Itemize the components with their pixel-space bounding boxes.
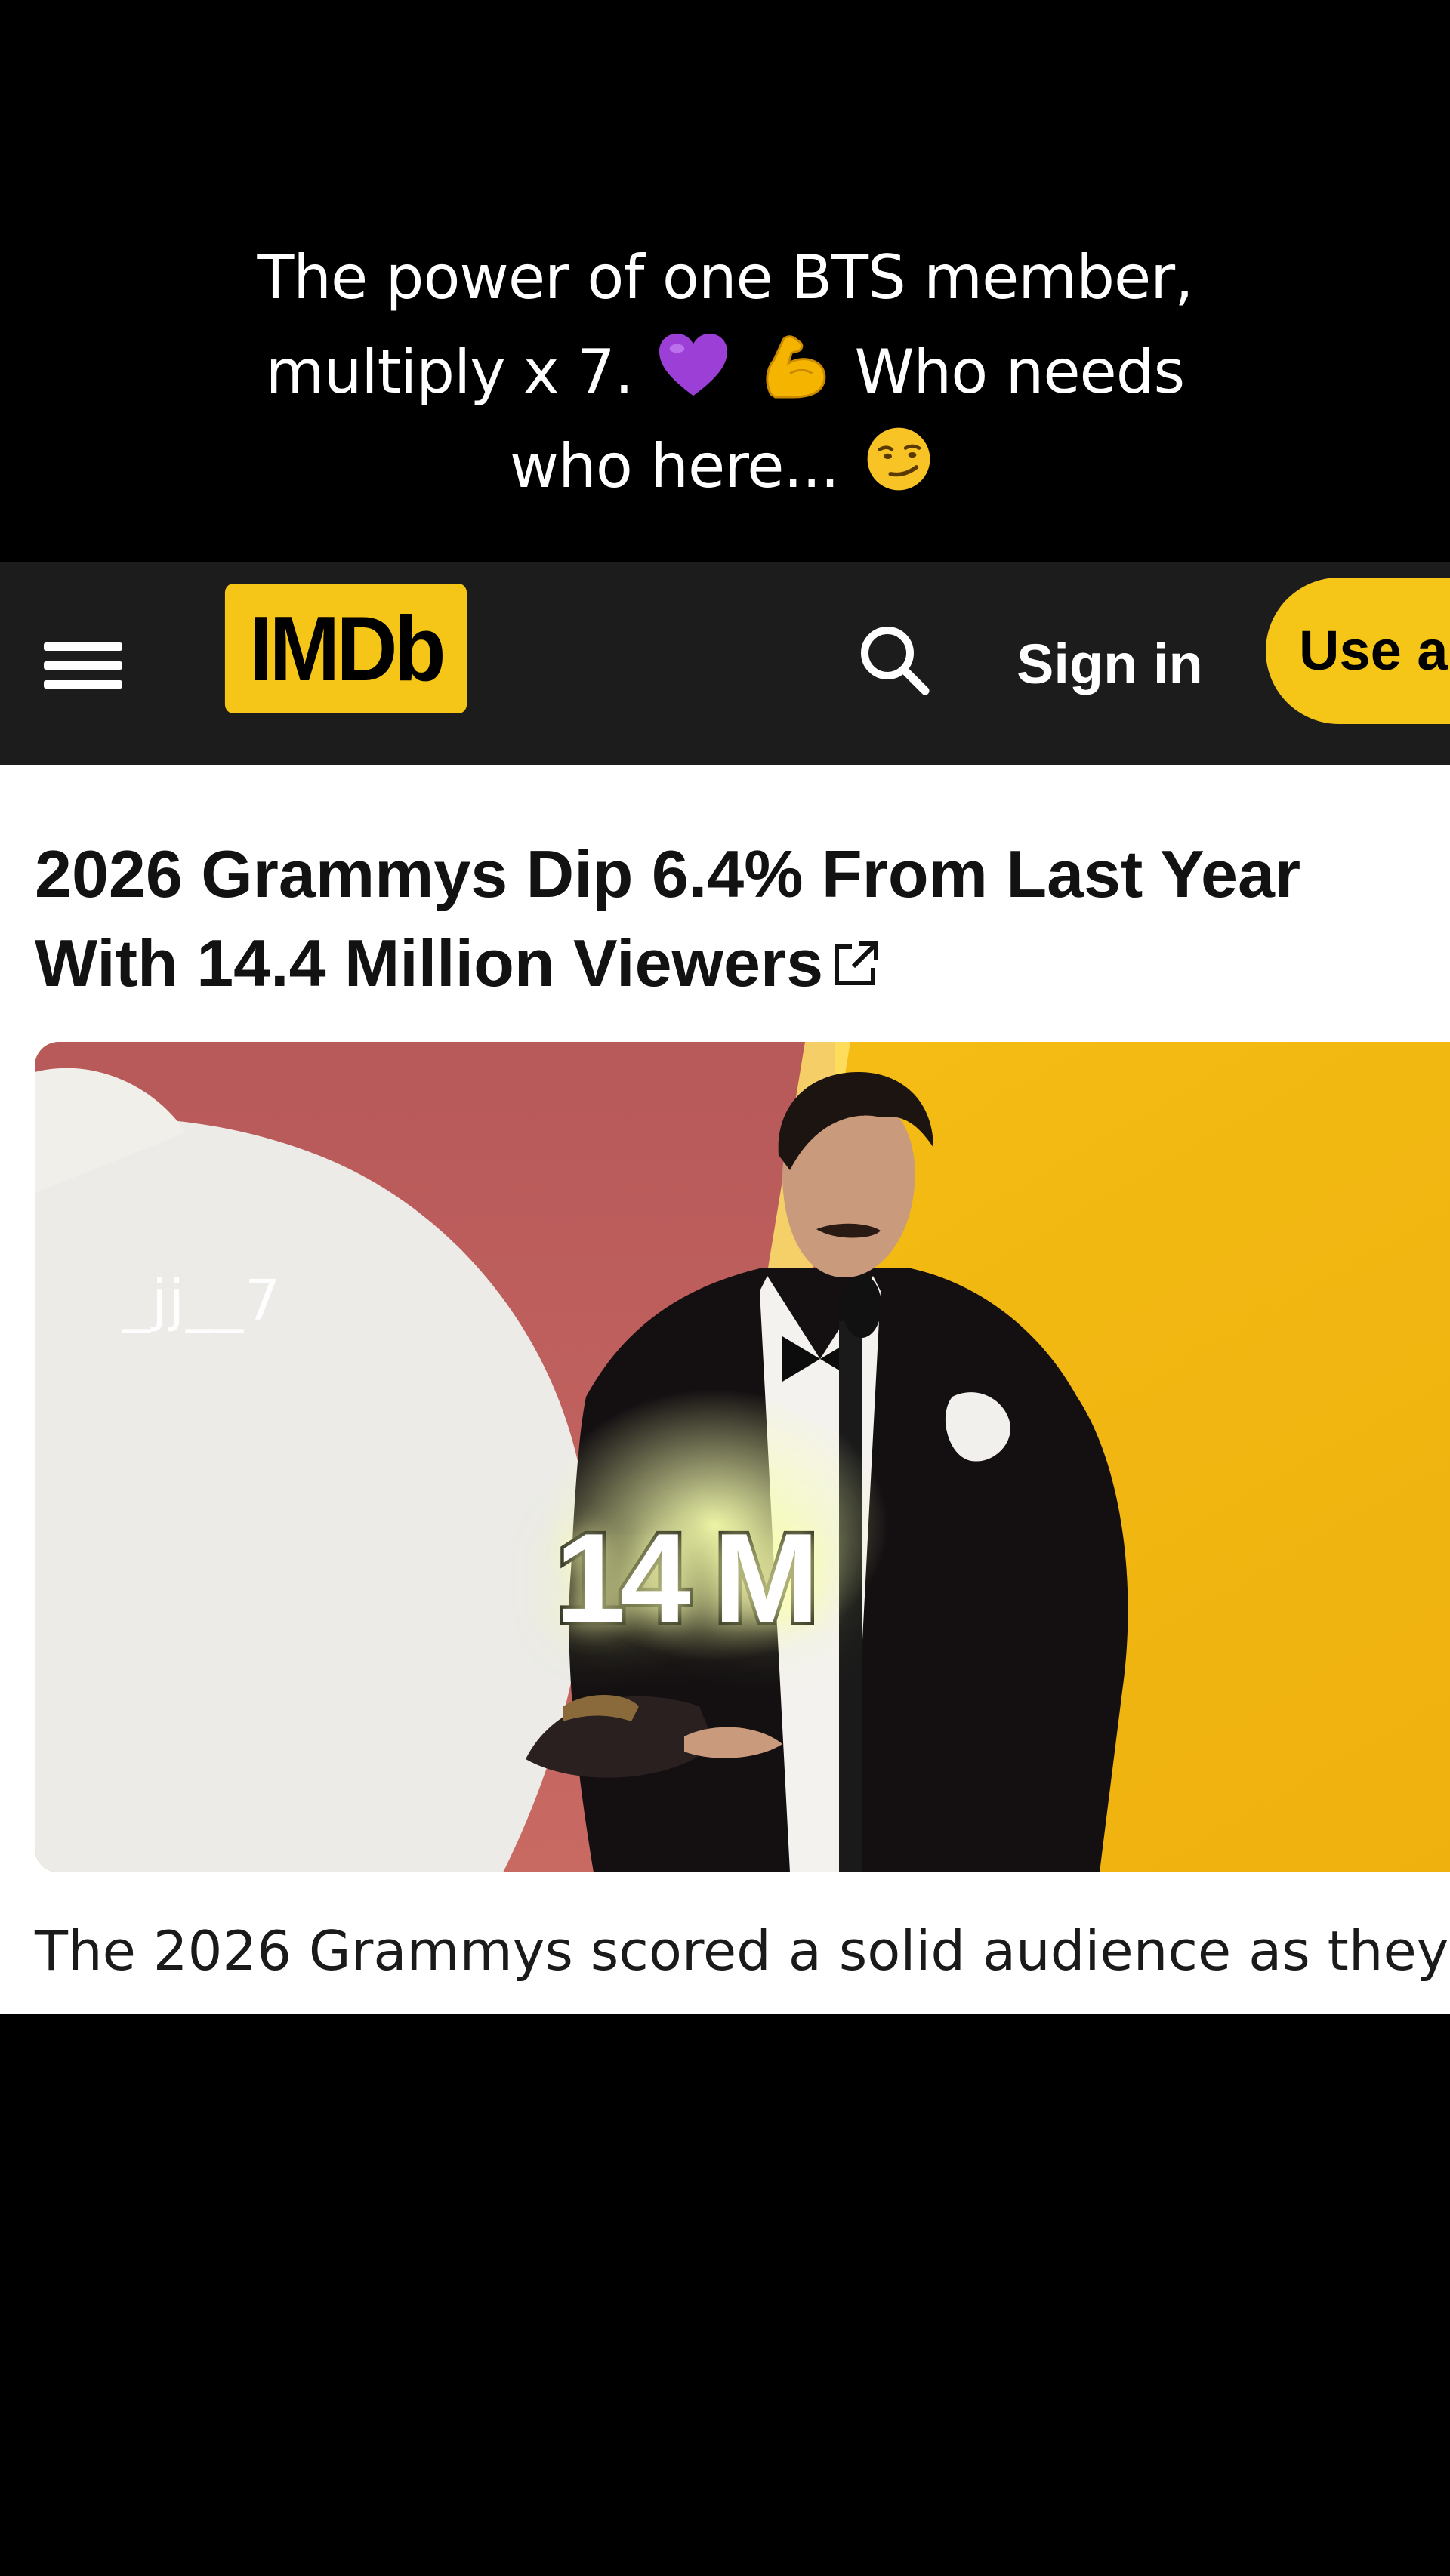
headline-text: 2026 Grammys Dip 6.4% From Last Year Wit… bbox=[35, 837, 1301, 1000]
menu-bar bbox=[44, 661, 122, 670]
sign-in-link[interactable]: Sign in bbox=[1017, 619, 1203, 710]
article-card: 2026 Grammys Dip 6.4% From Last Year Wit… bbox=[0, 765, 1450, 2014]
article-teaser: The 2026 Grammys scored a solid audience… bbox=[35, 1919, 1449, 1983]
purple-heart-icon bbox=[659, 333, 727, 396]
menu-bar bbox=[44, 642, 122, 651]
video-caption: The power of one BTS member, multiply x … bbox=[196, 230, 1254, 513]
caption-band: The power of one BTS member, multiply x … bbox=[0, 0, 1450, 562]
article-headline[interactable]: 2026 Grammys Dip 6.4% From Last Year Wit… bbox=[35, 830, 1439, 1008]
article-hero-image[interactable]: _jj__7 14 M bbox=[35, 1042, 1450, 1872]
imdb-logo[interactable]: IMDb bbox=[224, 584, 467, 713]
imdb-header: IMDb Sign in Use app bbox=[0, 562, 1450, 765]
caption-line-3: who here... bbox=[196, 419, 1254, 513]
hero-photo bbox=[35, 1042, 1450, 1872]
use-app-button[interactable]: Use app bbox=[1266, 578, 1450, 724]
search-icon[interactable] bbox=[850, 615, 940, 706]
flexed-biceps-icon bbox=[766, 335, 826, 399]
caption-line-2: multiply x 7. Who needs bbox=[196, 325, 1254, 419]
caption-line-2-start: multiply x 7. bbox=[265, 337, 634, 407]
bottom-band bbox=[0, 2014, 1450, 2576]
views-overlay-text: 14 M bbox=[552, 1503, 823, 1652]
caption-line-2-end: Who needs bbox=[854, 337, 1185, 407]
menu-bar bbox=[44, 679, 122, 689]
caption-line-1: The power of one BTS member, bbox=[257, 242, 1193, 313]
external-link-icon bbox=[835, 941, 879, 985]
smirking-face-icon bbox=[867, 427, 930, 491]
image-watermark: _jj__7 bbox=[122, 1268, 282, 1333]
menu-icon[interactable] bbox=[38, 620, 128, 710]
caption-line-3-text: who here... bbox=[509, 431, 840, 501]
